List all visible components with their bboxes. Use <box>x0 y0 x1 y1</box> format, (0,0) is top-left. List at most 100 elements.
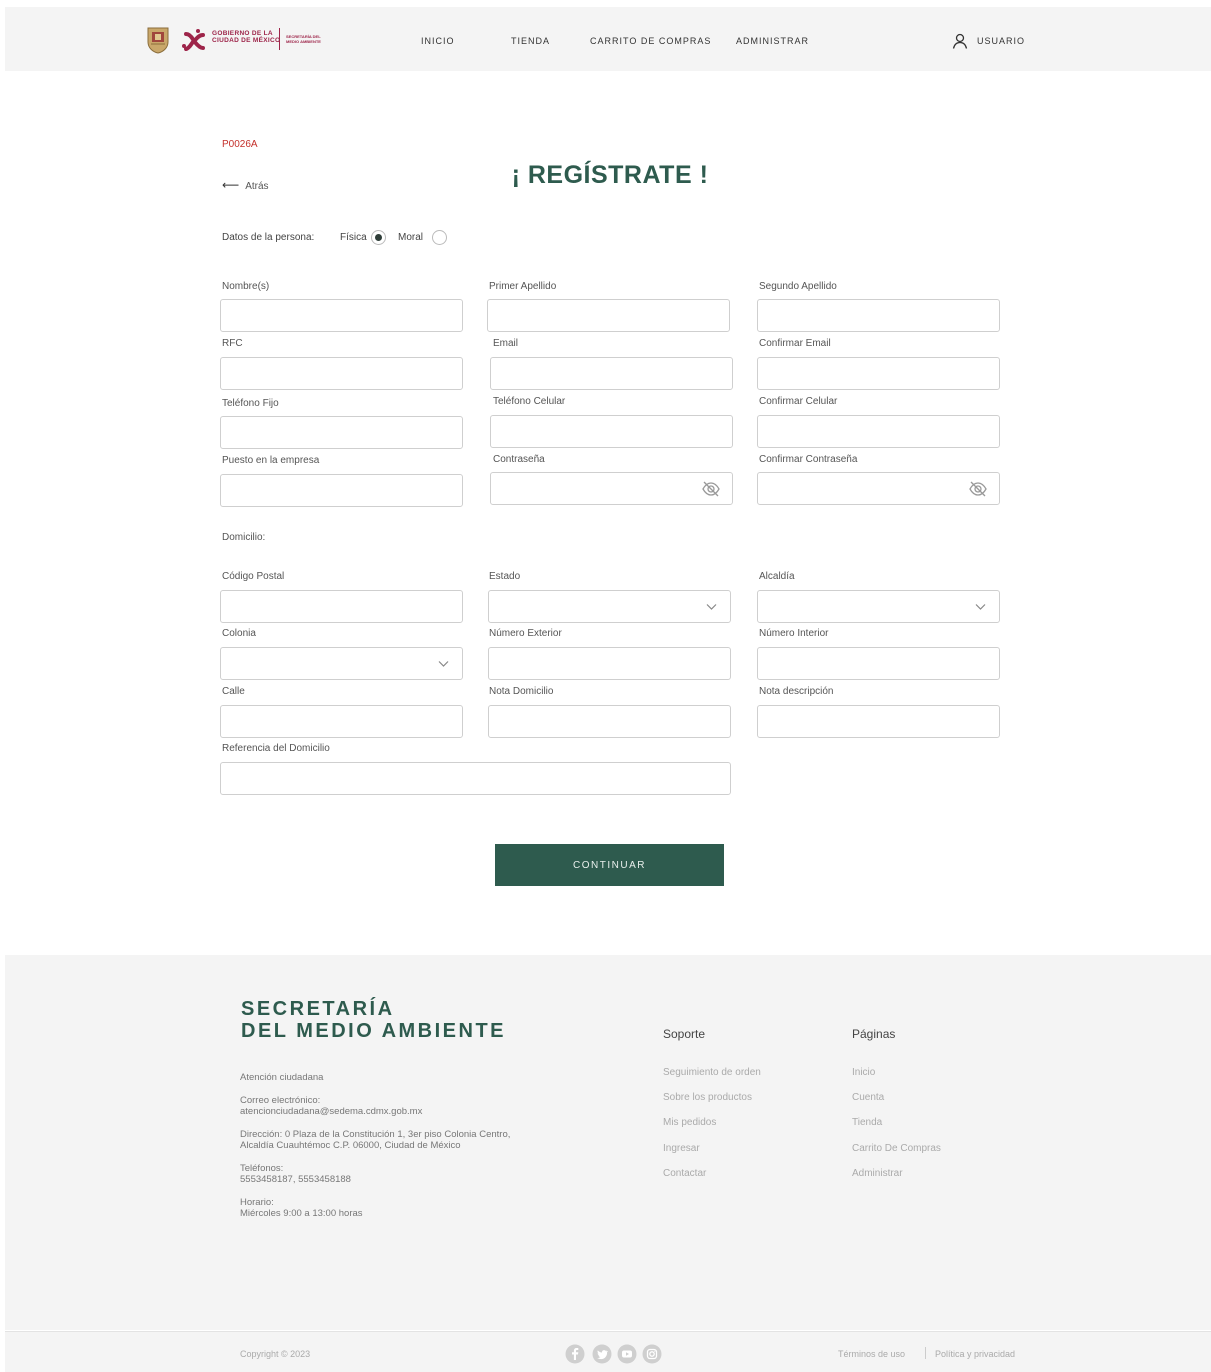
nombre-input[interactable] <box>220 299 463 332</box>
back-label: Atrás <box>245 181 269 192</box>
user-label: USUARIO <box>977 36 1026 46</box>
link-carrito[interactable]: Carrito De Compras <box>852 1143 941 1154</box>
numero-interior-label: Número Interior <box>759 628 829 639</box>
telefonos-label: Teléfonos: <box>240 1163 284 1174</box>
segundo-apellido-input[interactable] <box>757 299 1000 332</box>
instagram-icon[interactable] <box>642 1344 662 1364</box>
site-header: GOBIERNO DE LA CIUDAD DE MÉXICO SECRETAR… <box>5 7 1211 71</box>
option-moral-label[interactable]: Moral <box>398 232 423 243</box>
sedema-line2: MEDIO AMBIENTE <box>286 39 321 44</box>
primer-apellido-input[interactable] <box>487 299 730 332</box>
alcaldia-label: Alcaldía <box>759 571 795 582</box>
footer-bottom-bar: Copyright © 2023 Términos de uso Polític… <box>5 1331 1211 1372</box>
paginas-title: Páginas <box>852 1027 896 1041</box>
link-contactar[interactable]: Contactar <box>663 1168 706 1179</box>
twitter-icon[interactable] <box>592 1344 612 1364</box>
telefono-fijo-input[interactable] <box>220 416 463 449</box>
youtube-icon[interactable] <box>617 1344 637 1364</box>
gov-line1: GOBIERNO DE LA <box>212 30 273 37</box>
colonia-select[interactable] <box>220 647 463 680</box>
arrow-left-icon: ⟵ <box>222 178 240 192</box>
link-tienda[interactable]: Tienda <box>852 1117 882 1128</box>
contrasena-input[interactable] <box>490 472 733 505</box>
horario-block: Horario: Miércoles 9:00 a 13:00 horas <box>240 1197 363 1219</box>
link-inicio[interactable]: Inicio <box>852 1067 875 1078</box>
calle-input[interactable] <box>220 705 463 738</box>
terminos-link[interactable]: Términos de uso <box>838 1349 905 1359</box>
chevron-down-icon <box>975 604 986 610</box>
referencia-input[interactable] <box>220 762 731 795</box>
radio-moral[interactable] <box>432 230 447 245</box>
horario-value: Miércoles 9:00 a 13:00 horas <box>240 1208 363 1219</box>
calle-label: Calle <box>222 686 245 697</box>
option-fisica-label[interactable]: Física <box>340 232 367 243</box>
page-title: ¡ REGÍSTRATE ! <box>511 161 709 189</box>
telefonos-value: 5553458187, 5553458188 <box>240 1174 351 1185</box>
numero-interior-input[interactable] <box>757 647 1000 680</box>
nombre-label: Nombre(s) <box>222 281 270 292</box>
user-icon <box>952 33 968 49</box>
correo-value[interactable]: atencionciudadana@sedema.cdmx.gob.mx <box>240 1106 422 1117</box>
logo-divider <box>279 28 280 50</box>
confirmar-email-input[interactable] <box>757 357 1000 390</box>
confirmar-celular-input[interactable] <box>757 415 1000 448</box>
primer-apellido-label: Primer Apellido <box>489 281 557 292</box>
nota-domicilio-input[interactable] <box>488 705 731 738</box>
telefono-celular-label: Teléfono Celular <box>493 396 566 407</box>
link-administrar[interactable]: Administrar <box>852 1168 903 1179</box>
correo-block: Correo electrónico: atencionciudadana@se… <box>240 1095 422 1117</box>
telefono-celular-input[interactable] <box>490 415 733 448</box>
nota-domicilio-label: Nota Domicilio <box>489 686 554 697</box>
contrasena-label: Contraseña <box>493 454 545 465</box>
colonia-label: Colonia <box>222 628 256 639</box>
eye-off-icon[interactable] <box>701 480 721 498</box>
puesto-input[interactable] <box>220 474 463 507</box>
numero-exterior-label: Número Exterior <box>489 628 562 639</box>
nav-carrito[interactable]: CARRITO DE COMPRAS <box>590 36 711 46</box>
back-link[interactable]: ⟵ Atrás <box>222 178 269 192</box>
nota-descripcion-label: Nota descripción <box>759 686 834 697</box>
direccion-line2: Alcaldía Cuauhtémoc C.P. 06000, Ciudad d… <box>240 1140 461 1151</box>
link-sobre-productos[interactable]: Sobre los productos <box>663 1092 752 1103</box>
email-label: Email <box>493 338 519 349</box>
estado-select[interactable] <box>488 590 731 623</box>
chevron-down-icon <box>706 604 717 610</box>
nav-administrar[interactable]: ADMINISTRAR <box>736 36 809 46</box>
link-mis-pedidos[interactable]: Mis pedidos <box>663 1117 716 1128</box>
alcaldia-select[interactable] <box>757 590 1000 623</box>
link-seguimiento[interactable]: Seguimiento de orden <box>663 1067 761 1078</box>
persona-label: Datos de la persona: <box>222 232 315 243</box>
continue-button[interactable]: CONTINUAR <box>495 844 724 886</box>
brand-line1: SECRETARÍA <box>241 998 395 1020</box>
email-input[interactable] <box>490 357 733 390</box>
privacidad-link[interactable]: Política y privacidad <box>935 1349 1015 1359</box>
confirmar-email-label: Confirmar Email <box>759 338 831 349</box>
domicilio-section-label: Domicilio: <box>222 532 266 543</box>
facebook-icon[interactable] <box>565 1344 585 1364</box>
horario-label: Horario: <box>240 1197 274 1208</box>
confirmar-contrasena-input[interactable] <box>757 472 1000 505</box>
direccion-line1: Dirección: 0 Plaza de la Constitución 1,… <box>240 1129 511 1140</box>
gov-line2: CIUDAD DE MÉXICO <box>212 37 281 44</box>
coat-of-arms-icon <box>147 27 169 54</box>
nav-inicio[interactable]: INICIO <box>421 36 455 46</box>
referencia-label: Referencia del Domicilio <box>222 743 330 754</box>
chevron-down-icon <box>438 661 449 667</box>
codigo-postal-input[interactable] <box>220 590 463 623</box>
link-ingresar[interactable]: Ingresar <box>663 1143 700 1154</box>
page-code: P0026A <box>222 139 258 150</box>
cdmx-logo-icon <box>182 29 205 51</box>
confirmar-contrasena-label: Confirmar Contraseña <box>759 454 858 465</box>
numero-exterior-input[interactable] <box>488 647 731 680</box>
nav-tienda[interactable]: TIENDA <box>511 36 550 46</box>
rfc-input[interactable] <box>220 357 463 390</box>
nota-descripcion-input[interactable] <box>757 705 1000 738</box>
legal-divider <box>925 1347 926 1359</box>
eye-off-icon[interactable] <box>968 480 988 498</box>
direccion-block: Dirección: 0 Plaza de la Constitución 1,… <box>240 1129 510 1151</box>
link-cuenta[interactable]: Cuenta <box>852 1092 884 1103</box>
segundo-apellido-label: Segundo Apellido <box>759 281 837 292</box>
rfc-label: RFC <box>222 338 243 349</box>
radio-fisica[interactable] <box>371 230 386 245</box>
estado-label: Estado <box>489 571 521 582</box>
